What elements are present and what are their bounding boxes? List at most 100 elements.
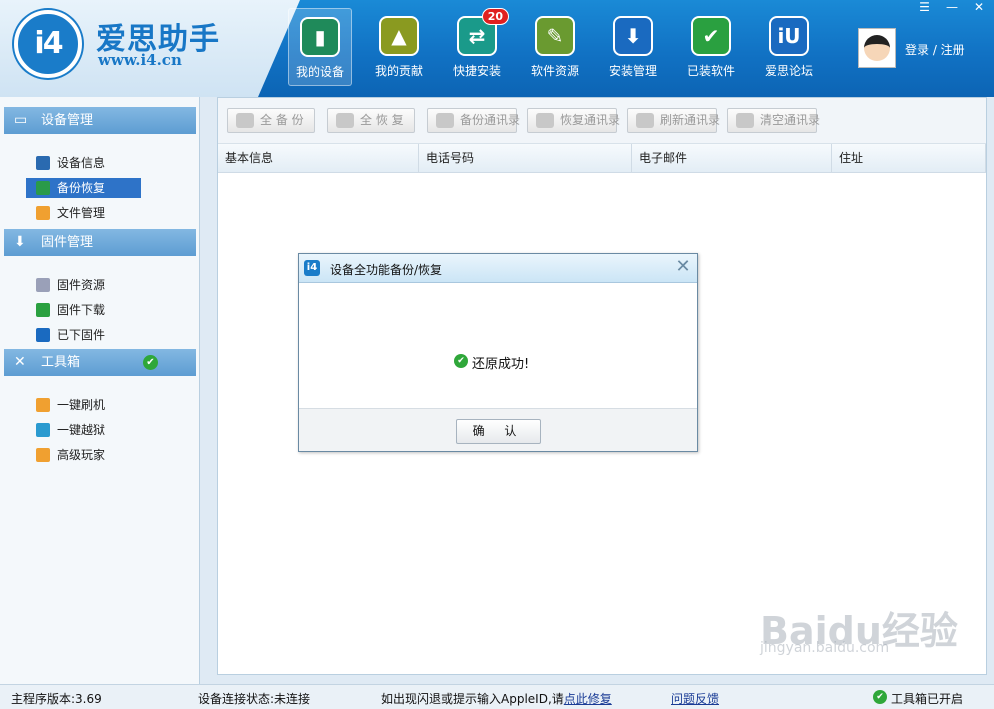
section-label: 固件管理	[41, 235, 94, 250]
connection-status: 设备连接状态:未连接	[198, 692, 311, 706]
sidebar-item-jailbreak[interactable]: 一键越狱	[26, 420, 141, 440]
dialog-message-text: 还原成功!	[472, 357, 530, 372]
device-info-icon	[36, 156, 50, 170]
backup-contacts-button[interactable]: 备份通讯录	[427, 108, 521, 133]
sidebar-item-firmware[interactable]: 固件资源	[26, 275, 141, 295]
top-header: i4 爱思助手 www.i4.cn ▮ 我的设备 ▲ 我的贡献 ⇄ 20 快捷安装 ✎ 软件资源…	[0, 0, 994, 97]
restore-all-button[interactable]: 全 恢 复	[327, 108, 415, 133]
ios-icon	[36, 328, 50, 342]
close-icon[interactable]: ✕	[974, 0, 984, 14]
restore-contacts-button[interactable]: 恢复通讯录	[527, 108, 620, 133]
refresh-contacts-button[interactable]: 刷新通讯录	[627, 108, 721, 133]
firmware-download-icon	[36, 303, 50, 317]
dialog-title: 设备全功能备份/恢复	[330, 263, 443, 277]
backup-all-button[interactable]: 全 备 份	[227, 108, 315, 133]
button-label: 备份通讯录	[460, 113, 521, 127]
column-header[interactable]: 基本信息	[218, 144, 419, 173]
sidebar-item-label: 高级玩家	[57, 448, 106, 462]
inbox-icon: ⬇	[14, 234, 26, 250]
success-check-icon: ✔	[454, 354, 468, 368]
folder-icon	[36, 448, 50, 462]
nav-label: 软件资源	[530, 64, 579, 78]
fix-link[interactable]: 点此修复	[564, 692, 612, 706]
app-logo-icon: i4	[304, 260, 320, 276]
dialog-titlebar: i4 设备全功能备份/恢复 ✕	[299, 254, 697, 283]
column-header[interactable]: 住址	[832, 144, 986, 173]
monitor-icon: ▭	[14, 112, 28, 128]
close-icon[interactable]: ✕	[675, 257, 691, 277]
sidebar-item-folder[interactable]: 高级玩家	[26, 445, 141, 465]
nav-usb[interactable]: ⇄ 20 快捷安装	[445, 8, 509, 86]
jailbreak-icon	[36, 423, 50, 437]
hint-message: 如出现闪退或提示输入AppleID,请	[381, 692, 564, 706]
section-label: 工具箱	[41, 355, 81, 370]
backup-icon	[36, 181, 50, 195]
restore-contacts-icon	[536, 113, 554, 128]
sidebar-item-label: 一键越狱	[57, 423, 106, 437]
nav-download[interactable]: ⬇ 安装管理	[601, 8, 665, 86]
nav-label: 我的贡献	[374, 64, 423, 78]
window-controls: ☰ — ✕	[919, 0, 984, 14]
nav-label: 我的设备	[295, 65, 344, 79]
sidebar-item-label: 备份恢复	[57, 181, 106, 195]
nav-label: 快捷安装	[452, 64, 501, 78]
sidebar-item-firmware-download[interactable]: 固件下载	[26, 300, 141, 320]
app-url: www.i4.cn	[98, 51, 182, 69]
nav-label: 爱思论坛	[764, 64, 813, 78]
button-label: 全 备 份	[260, 113, 304, 127]
feedback-link[interactable]: 问题反馈	[671, 692, 719, 706]
forum-icon: iU	[769, 16, 809, 56]
clear-contacts-icon	[736, 113, 754, 128]
app-logo: i4	[14, 10, 82, 78]
section-label: 设备管理	[41, 113, 94, 128]
nav-check[interactable]: ✔ 已装软件	[679, 8, 743, 86]
column-header[interactable]: 电话号码	[419, 144, 632, 173]
status-bar: 主程序版本:3.69 设备连接状态:未连接 如出现闪退或提示输入AppleID,…	[0, 684, 994, 709]
flash-icon	[36, 398, 50, 412]
backup-all-icon	[236, 113, 254, 128]
minimize-icon[interactable]: —	[946, 0, 958, 14]
button-label: 刷新通讯录	[660, 113, 721, 127]
section-inbox[interactable]: ⬇ 固件管理	[4, 229, 196, 256]
sidebar-item-label: 一键刷机	[57, 398, 106, 412]
nav-label: 安装管理	[608, 64, 657, 78]
section-tools[interactable]: ✕ 工具箱 ✔	[4, 349, 196, 376]
chart-icon: ▲	[379, 16, 419, 56]
watermark-url: jingyan.baidu.com	[760, 640, 890, 656]
clear-contacts-button[interactable]: 清空通讯录	[727, 108, 821, 133]
sidebar-item-label: 文件管理	[57, 206, 106, 220]
apps-icon: ✎	[535, 16, 575, 56]
sidebar-item-backup[interactable]: 备份恢复	[26, 178, 141, 198]
button-label: 清空通讯录	[760, 113, 821, 127]
download-icon: ⬇	[613, 16, 653, 56]
version-text: 主程序版本:3.69	[11, 692, 102, 706]
nav-phone[interactable]: ▮ 我的设备	[288, 8, 352, 86]
login-register-link[interactable]: 登录 / 注册	[905, 41, 965, 58]
nav-apps[interactable]: ✎ 软件资源	[523, 8, 587, 86]
firmware-icon	[36, 278, 50, 292]
sidebar-item-label: 固件资源	[57, 278, 106, 292]
backup-restore-dialog: i4 设备全功能备份/恢复 ✕ ✔ 还原成功! 确 认	[298, 253, 698, 452]
nav-forum[interactable]: iU 爱思论坛	[757, 8, 821, 86]
column-header[interactable]: 电子邮件	[632, 144, 832, 173]
update-count-badge: 20	[481, 8, 509, 25]
phone-icon: ▮	[300, 17, 340, 57]
sidebar-item-flash[interactable]: 一键刷机	[26, 395, 141, 415]
confirm-button[interactable]: 确 认	[456, 419, 541, 444]
backup-contacts-icon	[436, 113, 454, 128]
dialog-footer: 确 认	[299, 408, 697, 451]
menu-icon[interactable]: ☰	[919, 0, 930, 14]
nav-label: 已装软件	[686, 64, 735, 78]
enabled-check-icon: ✔	[143, 355, 158, 370]
sidebar-item-folder[interactable]: 文件管理	[26, 203, 141, 223]
section-monitor[interactable]: ▭ 设备管理	[4, 107, 196, 134]
logo-panel: i4 爱思助手 www.i4.cn	[0, 0, 300, 97]
button-label: 全 恢 复	[360, 113, 404, 127]
avatar[interactable]	[858, 28, 896, 68]
folder-icon	[36, 206, 50, 220]
table-header: 基本信息 电话号码 电子邮件 住址	[218, 144, 986, 173]
check-icon: ✔	[691, 16, 731, 56]
nav-chart[interactable]: ▲ 我的贡献	[367, 8, 431, 86]
sidebar-item-device-info[interactable]: 设备信息	[26, 153, 141, 173]
sidebar-item-ios[interactable]: 已下固件	[26, 325, 141, 345]
